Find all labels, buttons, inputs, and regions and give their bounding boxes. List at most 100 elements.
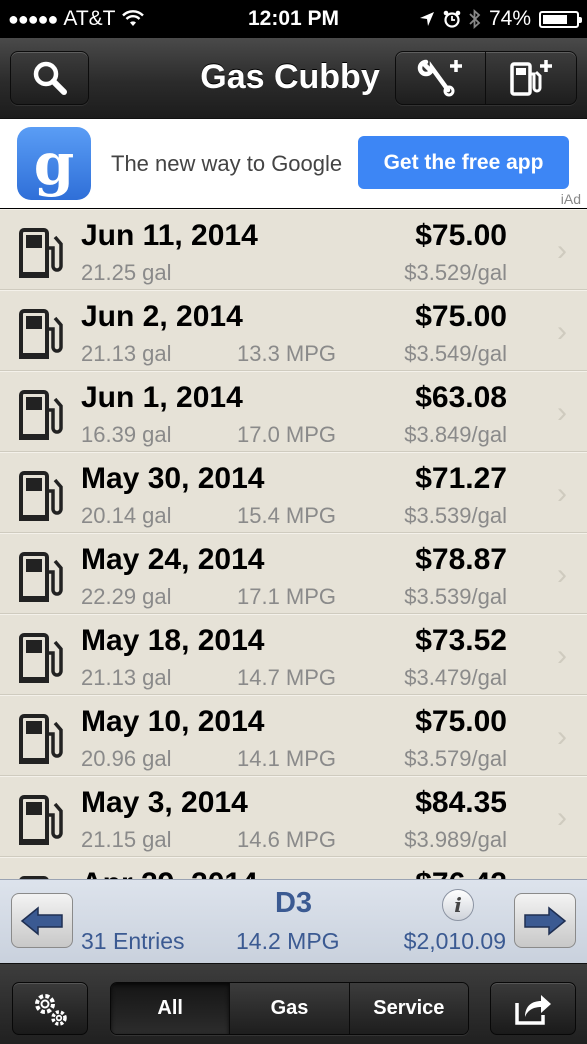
fillup-price: $71.27 — [415, 462, 507, 495]
next-vehicle-button[interactable] — [514, 893, 576, 948]
fillup-row[interactable]: May 24, 2014 $78.87 22.29 gal 17.1 MPG $3.53… — [0, 533, 587, 614]
fillup-gallons: 21.13 gal — [81, 665, 172, 690]
gas-pump-icon — [19, 309, 69, 366]
ad-text: The new way to Google — [111, 151, 343, 176]
battery-icon — [539, 10, 582, 28]
fillup-mpg: 13.3 MPG — [237, 341, 337, 366]
gas-pump-icon — [19, 390, 69, 447]
add-fillup-button[interactable] — [486, 51, 577, 105]
fillup-gallons: 21.15 gal — [81, 827, 172, 852]
battery-fill — [543, 14, 567, 24]
settings-button[interactable] — [12, 982, 88, 1035]
fillup-row[interactable]: May 30, 2014 $71.27 20.14 gal 15.4 MPG $3.53… — [0, 452, 587, 533]
arrow-right-icon — [524, 905, 567, 936]
chevron-right-icon: › — [557, 315, 567, 348]
fillup-mpg: 14.1 MPG — [237, 746, 337, 771]
fillup-gallons: 20.14 gal — [81, 503, 172, 528]
vehicle-name: D3 — [274, 887, 313, 919]
page-title: Gas Cubby — [200, 58, 380, 96]
fillup-gallons: 22.29 gal — [81, 584, 172, 609]
filter-segmented-control: All Gas Service — [110, 982, 469, 1035]
bluetooth-icon — [469, 9, 481, 29]
gas-pump-icon — [19, 633, 69, 690]
iad-badge: iAd — [560, 191, 581, 207]
fillup-price-per-gallon: $3.989/gal — [404, 827, 507, 852]
fillup-row[interactable]: Apr 29, 2014$76.42› — [0, 857, 587, 879]
location-arrow-icon — [419, 12, 434, 26]
chevron-right-icon: › — [557, 558, 567, 591]
share-button[interactable] — [490, 982, 576, 1035]
entry-count: 31 Entries — [81, 928, 185, 954]
chevron-right-icon: › — [557, 234, 567, 267]
gas-pump-plus-icon — [510, 60, 552, 96]
fillup-mpg: 17.0 MPG — [237, 422, 337, 447]
chevron-right-icon: › — [557, 477, 567, 510]
fillup-row[interactable]: May 3, 2014 $84.35 21.15 gal 14.6 MPG $3.989… — [0, 776, 587, 857]
fillup-price: $84.35 — [415, 786, 507, 819]
fillup-price-per-gallon: $3.479/gal — [404, 665, 507, 690]
fillup-row[interactable]: Jun 2, 2014 $75.00 21.13 gal 13.3 MPG $3.549… — [0, 290, 587, 371]
fillup-row[interactable]: May 10, 2014 $75.00 20.96 gal 14.1 MPG $3.57… — [0, 695, 587, 776]
battery-percent: 74% — [488, 7, 531, 30]
fillup-gallons: 16.39 gal — [81, 422, 172, 447]
share-icon — [515, 994, 551, 1025]
fillup-row[interactable]: Jun 1, 2014 $63.08 16.39 gal 17.0 MPG $3.849… — [0, 371, 587, 452]
fillup-date: May 18, 2014 — [81, 624, 265, 657]
fillup-price: $63.08 — [415, 381, 507, 414]
get-app-button[interactable]: Get the free app — [358, 136, 569, 189]
gas-pump-icon — [19, 471, 69, 528]
search-button[interactable] — [10, 51, 89, 105]
chevron-right-icon: › — [557, 801, 567, 834]
summary-bar: D3 i 31 Entries 14.2 MPG $2,010.09 — [0, 879, 587, 964]
gas-pump-icon — [19, 795, 69, 852]
fillup-date: Jun 2, 2014 — [81, 300, 243, 333]
ad-banner[interactable]: g The new way to Google Get the free app… — [0, 119, 587, 208]
fillup-date: Apr 29, 2014 — [81, 867, 258, 879]
fillup-date: Jun 11, 2014 — [81, 219, 258, 252]
add-service-button[interactable] — [395, 51, 486, 105]
fillup-price: $75.00 — [415, 300, 507, 333]
fillup-row[interactable]: Jun 11, 2014 $75.00 21.25 gal $3.529/gal › — [0, 209, 587, 290]
search-icon — [33, 61, 67, 95]
average-mpg: 14.2 MPG — [236, 928, 340, 954]
alarm-icon — [443, 10, 461, 28]
fillup-date: May 10, 2014 — [81, 705, 265, 738]
fillup-mpg: 14.7 MPG — [237, 665, 337, 690]
info-button[interactable]: i — [442, 889, 474, 921]
status-right: 74% — [419, 7, 582, 31]
fillup-price: $75.00 — [415, 219, 507, 252]
google-logo: g — [17, 127, 91, 200]
fillup-mpg: 15.4 MPG — [237, 503, 337, 528]
bottom-toolbar: All Gas Service — [0, 963, 587, 1044]
fillup-mpg: 17.1 MPG — [237, 584, 337, 609]
gas-pump-icon — [19, 228, 69, 285]
fillup-gallons: 21.13 gal — [81, 341, 172, 366]
total-cost: $2,010.09 — [403, 928, 506, 954]
fillup-price-per-gallon: $3.529/gal — [404, 260, 507, 285]
segment-service[interactable]: Service — [349, 983, 468, 1034]
gas-pump-icon — [19, 552, 69, 609]
fillup-price: $73.52 — [415, 624, 507, 657]
status-bar: ●●●●● AT&T 12:01 PM 74% — [0, 0, 587, 38]
fillup-gallons: 21.25 gal — [81, 260, 172, 285]
fillup-date: May 3, 2014 — [81, 786, 248, 819]
segment-all[interactable]: All — [111, 983, 231, 1034]
fillup-date: May 24, 2014 — [81, 543, 265, 576]
fillup-price-per-gallon: $3.849/gal — [404, 422, 507, 447]
fillup-price-per-gallon: $3.579/gal — [404, 746, 507, 771]
fillup-price-per-gallon: $3.539/gal — [404, 584, 507, 609]
gas-pump-icon — [19, 714, 69, 771]
fillup-price: $76.42 — [415, 867, 507, 879]
navigation-bar: Gas Cubby — [0, 38, 587, 119]
fillup-row[interactable]: May 18, 2014 $73.52 21.13 gal 14.7 MPG $3.47… — [0, 614, 587, 695]
chevron-right-icon: › — [557, 639, 567, 672]
fillup-date: Jun 1, 2014 — [81, 381, 243, 414]
fillup-mpg: 14.6 MPG — [237, 827, 337, 852]
fillup-list[interactable]: Jun 11, 2014 $75.00 21.25 gal $3.529/gal › Ju… — [0, 209, 587, 879]
fillup-gallons: 20.96 gal — [81, 746, 172, 771]
segment-gas[interactable]: Gas — [230, 983, 350, 1034]
wrench-plus-icon — [417, 59, 462, 97]
fillup-price: $75.00 — [415, 705, 507, 738]
fillup-price-per-gallon: $3.549/gal — [404, 341, 507, 366]
chevron-right-icon: › — [557, 396, 567, 429]
